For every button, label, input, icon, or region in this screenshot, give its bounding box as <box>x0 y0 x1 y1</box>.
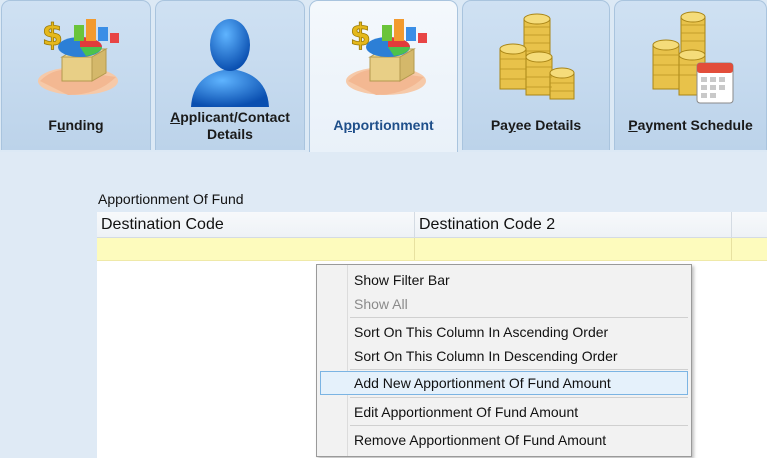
person-icon <box>191 19 269 107</box>
column-header-destination-code[interactable]: Destination Code <box>97 212 415 237</box>
tab-applicant-contact-details[interactable]: Applicant/Contact Details <box>155 0 305 150</box>
menu-item-edit-apportionment[interactable]: Edit Apportionment Of Fund Amount <box>320 400 688 424</box>
gold-coins-icon <box>499 13 575 100</box>
tab-strip: $ Funding Applicant/Contact Details $ Ap… <box>0 0 767 152</box>
svg-text:$: $ <box>350 18 371 53</box>
menu-item-show-all: Show All <box>320 292 688 316</box>
menu-item-show-filter-bar[interactable]: Show Filter Bar <box>320 268 688 292</box>
filter-cell-destination-code-2[interactable] <box>415 238 732 260</box>
menu-item-label: Show Filter Bar <box>354 272 450 288</box>
menu-item-sort-ascending[interactable]: Sort On This Column In Ascending Order <box>320 320 688 344</box>
tab-payee-details[interactable]: Payee Details <box>462 0 610 150</box>
svg-text:$: $ <box>42 18 63 53</box>
menu-item-add-new-apportionment[interactable]: Add New Apportionment Of Fund Amount <box>320 371 688 395</box>
menu-separator <box>350 397 688 398</box>
menu-separator <box>350 425 688 426</box>
menu-item-label: Edit Apportionment Of Fund Amount <box>354 404 579 420</box>
tab-payment-schedule[interactable]: Payment Schedule <box>614 0 767 150</box>
column-header-extra[interactable] <box>732 212 767 237</box>
menu-item-remove-apportionment[interactable]: Remove Apportionment Of Fund Amount <box>320 428 688 452</box>
filter-cell-destination-code[interactable] <box>97 238 415 260</box>
menu-item-label: Show All <box>354 296 408 312</box>
filter-cell-extra[interactable] <box>732 238 767 260</box>
tab-apportionment-label: Apportionment <box>333 117 434 133</box>
tab-funding-label: Funding <box>48 117 104 133</box>
tab-payee-details-label: Payee Details <box>490 117 582 133</box>
menu-separator <box>350 369 688 370</box>
menu-item-label: Add New Apportionment Of Fund Amount <box>354 375 611 391</box>
tab-payment-schedule-label: Payment Schedule <box>628 117 753 133</box>
grant-money-chart-icon: $ <box>345 18 427 95</box>
menu-item-label: Remove Apportionment Of Fund Amount <box>354 432 607 448</box>
tab-applicant-contact-details-label: Applicant/Contact Details <box>170 109 290 142</box>
coins-calendar-icon <box>652 11 733 104</box>
filter-row <box>97 238 767 261</box>
grid-context-menu: Show Filter Bar Show All Sort On This Co… <box>316 264 692 457</box>
column-header-destination-code-2[interactable]: Destination Code 2 <box>415 212 732 237</box>
menu-item-label: Sort On This Column In Descending Order <box>354 348 618 364</box>
grid-header: Destination Code Destination Code 2 <box>97 212 767 238</box>
section-title: Apportionment Of Fund <box>98 191 244 207</box>
menu-separator <box>350 317 688 318</box>
grant-money-chart-icon: $ <box>38 18 119 95</box>
menu-item-label: Sort On This Column In Ascending Order <box>354 324 609 340</box>
tab-apportionment[interactable]: $ Apportionment <box>309 0 458 152</box>
tab-funding[interactable]: $ Funding <box>1 0 151 150</box>
menu-item-sort-descending[interactable]: Sort On This Column In Descending Order <box>320 344 688 368</box>
